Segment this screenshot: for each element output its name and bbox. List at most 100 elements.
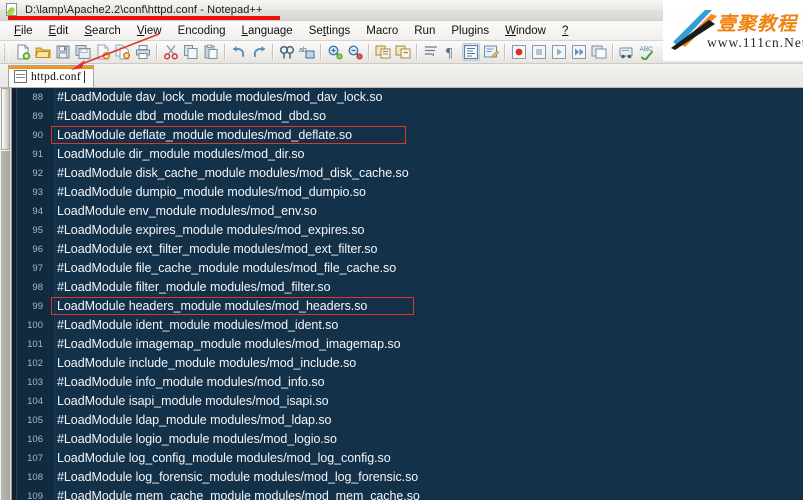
show-all-chars-icon[interactable]: ¶ — [441, 42, 461, 62]
toolbar-separator — [224, 44, 226, 60]
code-line[interactable]: 109 #LoadModule mem_cache_module modules/… — [18, 487, 803, 500]
code-line[interactable]: 90 LoadModule deflate_module modules/mod_… — [18, 126, 803, 145]
tab-active-accent — [9, 66, 93, 69]
vertical-scrollbar[interactable] — [0, 88, 12, 500]
play-macro-icon[interactable] — [549, 42, 569, 62]
code-line[interactable]: 94 LoadModule env_module modules/mod_env.… — [18, 202, 803, 221]
close-file-icon[interactable] — [93, 42, 113, 62]
code-line[interactable]: 99 LoadModule headers_module modules/mod_… — [18, 297, 803, 316]
zoom-out-icon[interactable] — [345, 42, 365, 62]
code-line[interactable]: 91 LoadModule dir_module modules/mod_dir.… — [18, 145, 803, 164]
find-icon[interactable] — [277, 42, 297, 62]
open-file-icon[interactable] — [33, 42, 53, 62]
menu-item-file[interactable]: File — [6, 23, 41, 39]
toolbar-separator — [156, 44, 158, 60]
word-wrap-icon[interactable] — [421, 42, 441, 62]
line-number: 89 — [18, 107, 49, 126]
code-line[interactable]: 88 #LoadModule dav_lock_module modules/mo… — [18, 88, 803, 107]
code-line[interactable]: 106 #LoadModule logio_module modules/mod_… — [18, 430, 803, 449]
save-macro-icon[interactable] — [589, 42, 609, 62]
toolbar-separator — [272, 44, 274, 60]
code-line[interactable]: 92 #LoadModule disk_cache_module modules/… — [18, 164, 803, 183]
code-text: #LoadModule expires_module modules/mod_e… — [57, 223, 365, 237]
code-line[interactable]: 102 LoadModule include_module modules/mod… — [18, 354, 803, 373]
code-line[interactable]: 95 #LoadModule expires_module modules/mod… — [18, 221, 803, 240]
line-number: 109 — [18, 487, 49, 500]
code-line[interactable]: 100 #LoadModule ident_module modules/mod_… — [18, 316, 803, 335]
close-all-icon[interactable] — [113, 42, 133, 62]
sync-scroll-h-icon[interactable] — [393, 42, 413, 62]
code-line[interactable]: 104 LoadModule isapi_module modules/mod_i… — [18, 392, 803, 411]
undo-icon[interactable] — [229, 42, 249, 62]
code-text: #LoadModule file_cache_module modules/mo… — [57, 261, 397, 275]
toolbar-grip[interactable] — [4, 43, 9, 61]
code-text: LoadModule deflate_module modules/mod_de… — [49, 126, 803, 145]
new-file-icon[interactable] — [13, 42, 33, 62]
sync-scroll-icon[interactable] — [373, 42, 393, 62]
code-line[interactable]: 98 #LoadModule filter_module modules/mod_… — [18, 278, 803, 297]
menu-item-language[interactable]: Language — [234, 23, 301, 39]
menu-item-settings[interactable]: Settings — [301, 23, 359, 39]
record-macro-icon[interactable] — [509, 42, 529, 62]
zoom-in-icon[interactable] — [325, 42, 345, 62]
code-text: #LoadModule log_forensic_module modules/… — [57, 470, 419, 484]
menu-label-search-rest: earch — [92, 24, 121, 37]
save-all-icon[interactable] — [73, 42, 93, 62]
code-line[interactable]: 97 #LoadModule file_cache_module modules/… — [18, 259, 803, 278]
document-icon — [14, 70, 27, 83]
indent-guide-icon[interactable] — [461, 42, 481, 62]
spell-check-icon[interactable]: ABC — [637, 42, 657, 62]
scrollbar-thumb[interactable] — [1, 88, 10, 150]
line-number: 94 — [18, 202, 49, 221]
run-macro-multiple-icon[interactable] — [569, 42, 589, 62]
window-title: D:\lamp\Apache2.2\conf\httpd.conf - Note… — [25, 4, 263, 16]
code-line[interactable]: 101 #LoadModule imagemap_module modules/m… — [18, 335, 803, 354]
replace-icon[interactable]: ab — [297, 42, 317, 62]
code-lines-container[interactable]: 88 #LoadModule dav_lock_module modules/mo… — [18, 88, 803, 500]
code-line[interactable]: 89 #LoadModule dbd_module modules/mod_dbd… — [18, 107, 803, 126]
tab-httpd-conf[interactable]: httpd.conf — [8, 65, 94, 87]
title-underline-annotation — [8, 16, 280, 20]
line-number: 104 — [18, 392, 49, 411]
code-line[interactable]: 103 #LoadModule info_module modules/mod_i… — [18, 373, 803, 392]
menu-item-edit[interactable]: Edit — [41, 23, 77, 39]
menu-item-encoding[interactable]: Encoding — [170, 23, 234, 39]
menu-item-search[interactable]: Search — [76, 23, 128, 39]
code-text: LoadModule log_config_module modules/mod… — [57, 451, 391, 465]
menu-item-view[interactable]: View — [129, 23, 170, 39]
code-line[interactable]: 108 #LoadModule log_forensic_module modul… — [18, 468, 803, 487]
code-line[interactable]: 96 #LoadModule ext_filter_module modules/… — [18, 240, 803, 259]
code-text: #LoadModule dav_lock_module modules/mod_… — [57, 90, 383, 104]
line-number: 93 — [18, 183, 49, 202]
scrollbar-track[interactable] — [1, 151, 10, 500]
line-number: 88 — [18, 88, 49, 107]
code-line[interactable]: 105 #LoadModule ldap_module modules/mod_l… — [18, 411, 803, 430]
menu-item-run[interactable]: Run — [406, 23, 443, 39]
fold-margin[interactable] — [12, 88, 17, 500]
code-text: LoadModule headers_module modules/mod_he… — [49, 297, 803, 316]
stop-macro-icon[interactable] — [529, 42, 549, 62]
redo-icon[interactable] — [249, 42, 269, 62]
code-line[interactable]: 107 LoadModule log_config_module modules/… — [18, 449, 803, 468]
line-number: 101 — [18, 335, 49, 354]
menu-item-macro[interactable]: Macro — [358, 23, 406, 39]
editor-area: 88 #LoadModule dav_lock_module modules/mo… — [0, 88, 803, 500]
code-line[interactable]: 93 #LoadModule dumpio_module modules/mod_… — [18, 183, 803, 202]
cut-icon[interactable] — [161, 42, 181, 62]
toolbar-separator — [612, 44, 614, 60]
print-icon[interactable] — [133, 42, 153, 62]
run-icon[interactable] — [617, 42, 637, 62]
user-define-dialog-icon[interactable] — [481, 42, 501, 62]
code-text: #LoadModule imagemap_module modules/mod_… — [57, 337, 401, 351]
line-number: 102 — [18, 354, 49, 373]
svg-text:¶: ¶ — [446, 46, 453, 60]
menu-item-window[interactable]: Window — [497, 23, 554, 39]
copy-icon[interactable] — [181, 42, 201, 62]
line-number: 107 — [18, 449, 49, 468]
code-text: #LoadModule ext_filter_module modules/mo… — [57, 242, 378, 256]
save-icon[interactable] — [53, 42, 73, 62]
line-number: 91 — [18, 145, 49, 164]
menu-item-help[interactable]: ? — [554, 23, 576, 39]
menu-item-plugins[interactable]: Plugins — [443, 23, 497, 39]
paste-icon[interactable] — [201, 42, 221, 62]
